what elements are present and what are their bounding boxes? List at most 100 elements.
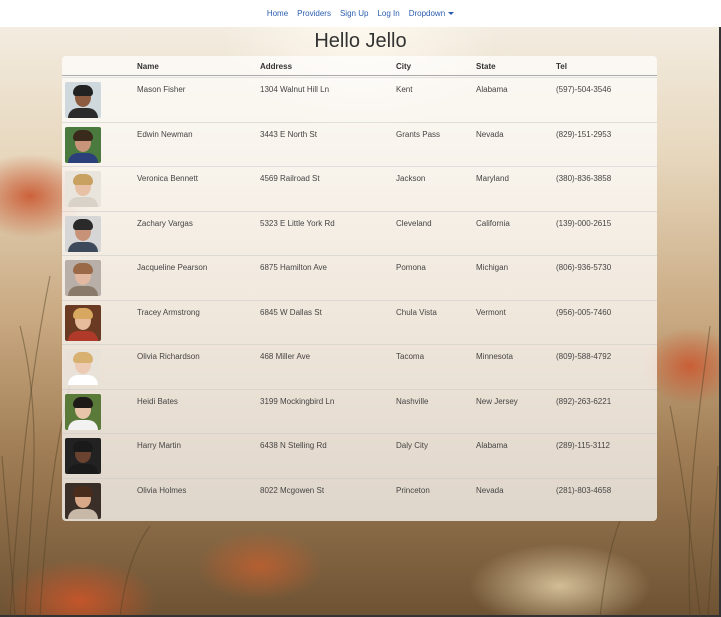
- table-row: Harry Martin 6438 N Stelling Rd Daly City A…: [62, 433, 657, 478]
- cell-address: 8022 Mcgowen St: [260, 485, 325, 495]
- cell-name: Mason Fisher: [137, 85, 186, 94]
- cell-state: Nevada: [476, 485, 504, 495]
- cell-tel: (806)-936-5730: [556, 263, 612, 272]
- cell-name: Jacqueline Pearson: [137, 263, 208, 272]
- cell-city: Daly City: [396, 441, 429, 450]
- avatar-body: [68, 419, 98, 430]
- avatar-hair: [73, 352, 93, 363]
- cell-state: Alabama: [476, 441, 508, 450]
- cell-name: Harry Martin: [137, 441, 182, 450]
- cell-address: 5323 E Little York Rd: [260, 218, 335, 228]
- cell-tel: (892)-263-6221: [556, 396, 612, 406]
- page-title: Hello Jello: [314, 30, 407, 52]
- cell-city: Tacoma: [396, 352, 425, 361]
- avatar: [65, 215, 101, 252]
- cell-tel: (289)-115-3112: [556, 441, 610, 450]
- cell-name: Olivia Holmes: [137, 485, 187, 495]
- cell-state: Alabama: [476, 85, 508, 94]
- cell-name: Edwin Newman: [137, 129, 193, 139]
- avatar: [65, 126, 101, 163]
- cell-address: 3199 Mockingbird Ln: [260, 396, 335, 406]
- providers-table: Name Address City State Tel Mason Fisher…: [62, 56, 657, 521]
- cell-state: New Jersey: [476, 396, 518, 406]
- cell-name: Heidi Bates: [137, 396, 178, 406]
- cell-address: 3443 E North St: [260, 129, 317, 139]
- cell-city: Jackson: [396, 174, 426, 183]
- cell-state: California: [476, 218, 510, 228]
- header-state: State: [476, 62, 496, 71]
- avatar: [65, 438, 101, 474]
- header-address: Address: [260, 62, 293, 71]
- cell-tel: (956)-005-7460: [556, 307, 612, 317]
- cell-city: Pomona: [396, 263, 426, 272]
- cell-tel: (809)-588-4792: [556, 352, 612, 361]
- caret-down-icon: [448, 12, 455, 16]
- cell-name: Zachary Vargas: [137, 218, 193, 228]
- avatar-body: [68, 375, 98, 385]
- avatar: [65, 349, 101, 385]
- avatar-body: [68, 508, 98, 519]
- avatar-body: [68, 330, 98, 341]
- avatar: [65, 82, 101, 118]
- nav-dropdown-toggle[interactable]: Dropdown: [408, 9, 455, 18]
- cell-tel: (597)-504-3546: [556, 85, 612, 94]
- table-header: Name Address City State Tel: [62, 56, 657, 76]
- avatar-hair: [73, 218, 93, 230]
- avatar-hair: [73, 485, 93, 497]
- cell-address: 468 Miller Ave: [260, 352, 311, 361]
- nav-signup-link[interactable]: Sign Up: [340, 9, 368, 18]
- avatar: [65, 304, 101, 341]
- avatar-body: [68, 197, 98, 207]
- cell-name: Olivia Richardson: [137, 352, 200, 361]
- avatar-body: [68, 464, 98, 474]
- cell-address: 6875 Hamilton Ave: [260, 263, 328, 272]
- cell-city: Grants Pass: [396, 129, 441, 139]
- cell-address: 6438 N Stelling Rd: [260, 441, 327, 450]
- nav-providers-link[interactable]: Providers: [297, 9, 331, 18]
- cell-city: Cleveland: [396, 218, 432, 228]
- nav-login-link[interactable]: Log In: [377, 9, 399, 18]
- cell-state: Michigan: [476, 263, 509, 272]
- avatar-body: [68, 108, 98, 118]
- avatar-hair: [73, 174, 93, 185]
- cell-state: Vermont: [476, 307, 506, 317]
- avatar-hair: [73, 441, 93, 452]
- avatar-hair: [73, 307, 93, 319]
- cell-city: Chula Vista: [396, 307, 437, 317]
- table-row: Veronica Bennett 4569 Railroad St Jackson M…: [62, 166, 657, 211]
- avatar-hair: [73, 263, 93, 274]
- avatar: [65, 482, 101, 519]
- cell-tel: (281)-803-4658: [556, 485, 612, 495]
- avatar-hair: [73, 129, 93, 141]
- table-row: Olivia Richardson 468 Miller Ave Tacoma Min…: [62, 344, 657, 389]
- avatar: [65, 260, 101, 296]
- cell-city: Nashville: [396, 396, 429, 406]
- avatar-body: [68, 152, 98, 163]
- header-city: City: [396, 62, 412, 71]
- cell-city: Kent: [396, 85, 413, 94]
- cell-state: Nevada: [476, 129, 504, 139]
- avatar: [65, 171, 101, 207]
- cell-address: 1304 Walnut Hill Ln: [260, 85, 330, 94]
- cell-address: 4569 Railroad St: [260, 174, 320, 183]
- avatar-body: [68, 241, 98, 252]
- cell-tel: (139)-000-2615: [556, 218, 612, 228]
- table-row: Edwin Newman 3443 E North St Grants Pass Ne…: [62, 121, 657, 167]
- cell-state: Minnesota: [476, 352, 513, 361]
- nav-dropdown-label: Dropdown: [408, 9, 446, 18]
- top-navbar: Home Providers Sign Up Log In Dropdown: [0, 0, 721, 27]
- avatar-body: [68, 286, 98, 296]
- cell-name: Tracey Armstrong: [137, 307, 200, 317]
- avatar-hair: [73, 85, 93, 96]
- nav-home-link[interactable]: Home: [267, 9, 288, 18]
- cell-tel: (829)-151-2953: [556, 129, 612, 139]
- cell-tel: (380)-836-3858: [556, 174, 612, 183]
- table-row: Heidi Bates 3199 Mockingbird Ln Nashville N…: [62, 388, 657, 434]
- cell-state: Maryland: [476, 174, 509, 183]
- cell-address: 6845 W Dallas St: [260, 307, 322, 317]
- table-row: Zachary Vargas 5323 E Little York Rd Cleve…: [62, 210, 657, 256]
- avatar: [65, 393, 101, 430]
- table-row: Tracey Armstrong 6845 W Dallas St Chula Vi…: [62, 299, 657, 345]
- header-name: Name: [137, 62, 159, 71]
- cell-city: Princeton: [396, 485, 430, 495]
